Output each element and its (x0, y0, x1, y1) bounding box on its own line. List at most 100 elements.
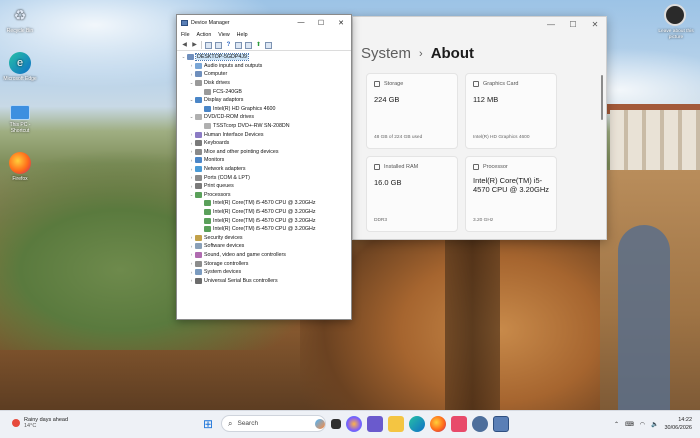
scrollbar[interactable] (601, 75, 603, 120)
breadcrumb-system[interactable]: System (361, 45, 411, 62)
store-icon[interactable] (451, 415, 467, 432)
tree-category[interactable]: › Ports (COM & LPT) (180, 173, 351, 182)
desktop-icon-recycle-bin[interactable]: ♻ Recycle Bin (0, 4, 40, 34)
tree-device[interactable]: Intel(R) Core(TM) i5-4570 CPU @ 3.20GHz (180, 225, 351, 234)
forward-icon[interactable]: ▶ (191, 42, 198, 49)
tree-device[interactable]: Intel(R) Core(TM) i5-4570 CPU @ 3.20GHz (180, 199, 351, 208)
tree-category[interactable]: › Mice and other pointing devices (180, 148, 351, 157)
graphics-card-card[interactable]: Graphics Card 112 MB Intel(R) HD Graphic… (465, 73, 557, 149)
storage-card[interactable]: Storage 224 GB 48 GB of 224 GB used (366, 73, 458, 149)
properties-icon[interactable] (215, 41, 222, 49)
monitor-icon[interactable] (265, 41, 272, 49)
chevron-right-icon[interactable]: › (188, 235, 195, 240)
tree-device-label: TSSTcorp DVD+-RW SN-208DN (213, 123, 290, 130)
menu-action[interactable]: Action (197, 32, 212, 38)
maximize-button[interactable]: ☐ (562, 17, 584, 33)
chevron-right-icon[interactable]: › (188, 167, 195, 172)
tree-category[interactable]: › System devices (180, 268, 351, 277)
menu-file[interactable]: File (181, 32, 190, 38)
tree-category[interactable]: › Network adapters (180, 165, 351, 174)
language-icon[interactable]: ⌨ (625, 421, 634, 428)
tree-category[interactable]: ⌄ DVD/CD-ROM drives (180, 113, 351, 122)
desktop-icon-this-pc[interactable]: This PC - Shortcut (0, 102, 40, 134)
copilot-icon[interactable] (346, 415, 362, 432)
firefox-icon[interactable] (430, 415, 446, 432)
chevron-right-icon[interactable]: › (188, 252, 195, 257)
tree-category[interactable]: › Print queues (180, 182, 351, 191)
task-view-icon[interactable] (331, 418, 341, 429)
chevron-right-icon[interactable]: › (188, 244, 195, 249)
chevron-right-icon[interactable]: › (188, 63, 195, 68)
tree-device[interactable]: Intel(R) HD Graphics 4600 (180, 105, 351, 114)
picture-info-icon[interactable] (664, 4, 686, 26)
chevron-down-icon[interactable]: ⌄ (188, 192, 195, 198)
file-explorer-icon[interactable] (388, 415, 404, 432)
installed-ram-card[interactable]: Installed RAM 16.0 GB DDR3 (366, 156, 458, 232)
tree-device[interactable]: Intel(R) Core(TM) i5-4570 CPU @ 3.20GHz (180, 216, 351, 225)
tree-category[interactable]: › Computer (180, 70, 351, 79)
chevron-down-icon[interactable]: ⌄ (188, 114, 195, 120)
tree-device[interactable]: Intel(R) Core(TM) i5-4570 CPU @ 3.20GHz (180, 208, 351, 217)
weather-widget[interactable]: Rainy days ahead 14°C (12, 417, 68, 429)
tree-category[interactable]: › Storage controllers (180, 259, 351, 268)
tree-category[interactable]: › Sound, video and game controllers (180, 251, 351, 260)
help-icon[interactable]: ? (225, 42, 232, 49)
scan-hardware-icon[interactable] (245, 41, 252, 49)
chevron-right-icon[interactable]: › (188, 184, 195, 189)
chevron-right-icon[interactable]: › (188, 278, 195, 283)
tree-category[interactable]: › Human Interface Devices (180, 130, 351, 139)
processor-card[interactable]: Processor Intel(R) Core(TM) i5-4570 CPU … (465, 156, 557, 232)
tree-category-label: Ports (COM & LPT) (204, 174, 250, 181)
clock[interactable]: 14:22 30/06/2026 (664, 416, 692, 432)
tree-category[interactable]: ⌄ Processors (180, 191, 351, 200)
widgets-icon[interactable] (367, 415, 383, 432)
volume-icon[interactable]: 🔈 (651, 421, 658, 428)
wifi-icon[interactable]: ◠ (640, 421, 645, 428)
tree-device[interactable]: TSSTcorp DVD+-RW SN-208DN (180, 122, 351, 131)
minimize-button[interactable]: — (291, 19, 311, 26)
tree-category[interactable]: › Monitors (180, 156, 351, 165)
tree-root[interactable]: ⌄ DESKTOP-5GDP4J9 (180, 53, 351, 62)
search-box[interactable]: ⌕ Search (221, 415, 326, 432)
chevron-down-icon[interactable]: ⌄ (188, 80, 195, 86)
tree-category-label: Universal Serial Bus controllers (204, 277, 278, 284)
tree-category[interactable]: › Keyboards (180, 139, 351, 148)
chevron-right-icon[interactable]: › (188, 261, 195, 266)
weather-temperature: 14°C (24, 423, 37, 429)
device-manager-taskbar-icon[interactable] (493, 415, 509, 432)
settings-gear-icon[interactable] (472, 415, 488, 432)
chevron-right-icon[interactable]: › (188, 270, 195, 275)
edge-icon[interactable] (409, 415, 425, 432)
maximize-button[interactable]: ☐ (311, 19, 331, 27)
tree-category[interactable]: › Universal Serial Bus controllers (180, 276, 351, 285)
chevron-right-icon[interactable]: › (188, 175, 195, 180)
tree-category[interactable]: ⌄ Disk drives (180, 79, 351, 88)
close-button[interactable]: ✕ (584, 17, 606, 33)
start-button[interactable]: ⊞ (200, 416, 216, 432)
chevron-right-icon[interactable]: › (188, 132, 195, 137)
show-hide-console-icon[interactable] (205, 41, 212, 49)
update-driver-icon[interactable]: ⬆ (255, 42, 262, 49)
tree-category-label: Processors (204, 191, 231, 198)
details-view-icon[interactable] (235, 41, 242, 49)
tree-device[interactable]: FCS-240GB (180, 87, 351, 96)
tree-category[interactable]: › Software devices (180, 242, 351, 251)
close-button[interactable]: ✕ (331, 19, 351, 27)
tree-category[interactable]: › Security devices (180, 233, 351, 242)
chevron-right-icon[interactable]: › (188, 72, 195, 77)
minimize-button[interactable]: — (540, 17, 562, 33)
device-category-icon (195, 140, 202, 147)
tree-category[interactable]: › Audio inputs and outputs (180, 62, 351, 71)
card-value: 224 GB (374, 95, 400, 104)
chevron-right-icon[interactable]: › (188, 141, 195, 146)
menu-help[interactable]: Help (237, 32, 248, 38)
chevron-up-icon[interactable]: ⌃ (614, 421, 619, 428)
chevron-right-icon[interactable]: › (188, 149, 195, 154)
chevron-right-icon[interactable]: › (188, 158, 195, 163)
desktop-icon-edge[interactable]: e Microsoft Edge (0, 52, 40, 82)
chevron-down-icon[interactable]: ⌄ (188, 97, 195, 103)
tree-category[interactable]: ⌄ Display adaptors (180, 96, 351, 105)
back-icon[interactable]: ◀ (181, 42, 188, 49)
desktop-icon-firefox[interactable]: Firefox (0, 152, 40, 182)
menu-view[interactable]: View (218, 32, 229, 38)
